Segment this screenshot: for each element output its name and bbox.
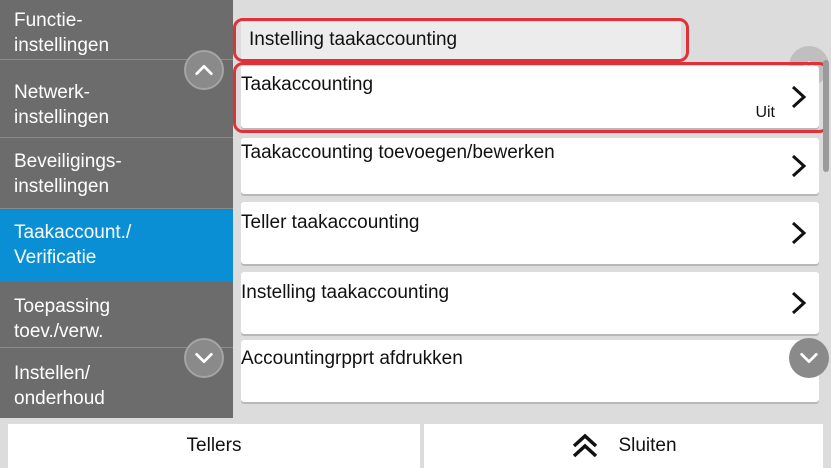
breadcrumb-highlight <box>233 18 689 62</box>
chevron-right-icon <box>791 221 807 245</box>
chevron-down-icon <box>800 352 818 364</box>
sidebar-item-label-line2: Verificatie <box>14 247 97 268</box>
sidebar-item-beveiligings-instellingen[interactable]: Beveiligings- instellingen <box>0 139 233 209</box>
sidebar-item-label-line1: Taakaccount./ <box>14 222 132 243</box>
tellers-button[interactable]: Tellers <box>8 424 420 468</box>
sidebar-item-label-line2: onderhoud <box>14 388 105 409</box>
sidebar-item-label-line1: Netwerk- <box>14 82 91 103</box>
main-scroll-down-button[interactable] <box>789 338 829 378</box>
chevron-down-icon <box>195 352 213 364</box>
sidebar-scroll-up-button[interactable] <box>184 50 224 90</box>
tellers-label: Tellers <box>186 435 242 456</box>
setting-row-title: Taakaccounting toevoegen/bewerken <box>241 142 555 163</box>
setting-row-taakaccounting-toevoegen[interactable]: Taakaccounting toevoegen/bewerken <box>241 138 819 194</box>
bottom-bar: Tellers Sluiten <box>0 418 831 468</box>
setting-row-title: Instelling taakaccounting <box>241 282 450 303</box>
sluiten-button[interactable]: Sluiten <box>424 424 823 468</box>
sidebar: Functie- instellingen Netwerk- instellin… <box>0 0 233 418</box>
sidebar-scroll-down-button[interactable] <box>184 338 224 378</box>
chevron-right-icon <box>791 154 807 178</box>
row-highlight <box>233 62 829 133</box>
setting-row-teller-taakaccounting[interactable]: Teller taakaccounting <box>241 202 819 264</box>
double-chevron-up-icon <box>573 433 598 458</box>
setting-row-accountingrapport-afdrukken[interactable]: Accountingrpprt afdrukken <box>241 340 819 402</box>
chevron-up-icon <box>195 64 213 76</box>
setting-row-title: Teller taakaccounting <box>241 212 420 233</box>
sidebar-item-label-line1: Toepassing <box>14 296 111 317</box>
scrollbar[interactable] <box>823 60 829 172</box>
main-panel: Instelling taakaccounting Taakaccounting… <box>233 0 831 418</box>
sidebar-item-taakaccount-verificatie[interactable]: Taakaccount./ Verificatie <box>0 210 233 282</box>
setting-row-instelling-taakaccounting[interactable]: Instelling taakaccounting <box>241 272 819 334</box>
sidebar-item-label-line1: Functie- <box>14 10 83 31</box>
sidebar-item-label-line2: instellingen <box>14 176 110 197</box>
sidebar-item-label-line1: Beveiligings- <box>14 151 122 172</box>
sluiten-label: Sluiten <box>618 435 677 456</box>
sidebar-item-label-line1: Instellen/ <box>14 363 91 384</box>
chevron-right-icon <box>791 291 807 315</box>
sidebar-item-label-line2: instellingen <box>14 107 110 128</box>
setting-row-title: Accountingrpprt afdrukken <box>241 348 463 369</box>
